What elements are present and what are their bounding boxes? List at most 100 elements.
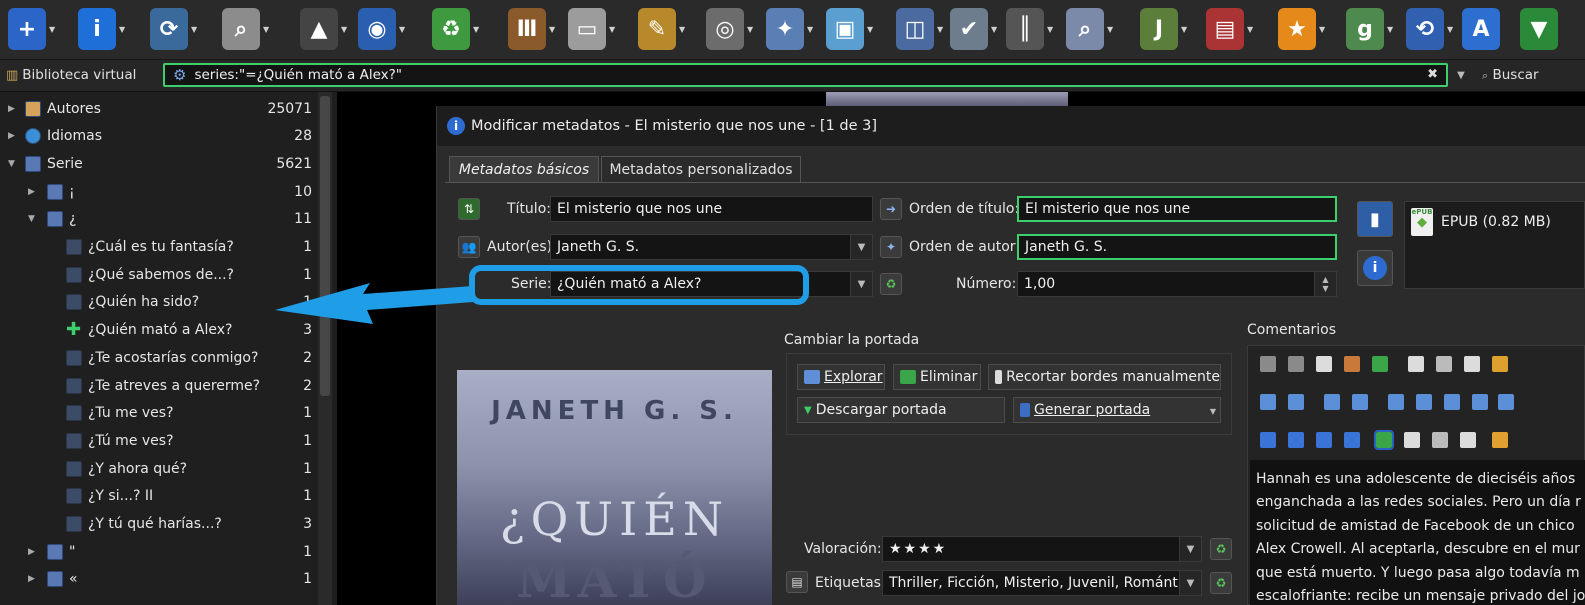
tag-browser-item[interactable]: ▼ Serie 5621 (0, 150, 318, 177)
convert-books-button[interactable]: ⟳ ▼ (150, 4, 202, 54)
expand-arrow-icon[interactable]: ▶ (28, 187, 38, 197)
color-picker-icon[interactable] (1492, 356, 1508, 372)
justify-icon[interactable] (1460, 432, 1476, 448)
quality-check-button[interactable]: ◫ ▼ (896, 4, 948, 54)
sort-az-button[interactable]: A (1462, 4, 1514, 54)
preferences-button[interactable]: ✦ ▼ (766, 4, 818, 54)
search-button[interactable]: ⌕ Buscar (1482, 67, 1539, 83)
collapse-arrow-icon[interactable]: ▼ (8, 159, 18, 169)
goodreads-button[interactable]: g ▼ (1346, 4, 1398, 54)
plugins-button[interactable]: ▣ ▼ (826, 4, 878, 54)
tag-browser-item[interactable]: ¿Te atreves a quererme? 2 (0, 372, 318, 399)
horizontal-rule-icon[interactable] (1498, 394, 1514, 410)
series-dropdown-icon[interactable]: ▼ (850, 272, 872, 296)
tag-browser-item[interactable]: ✚ ¿Quién mató a Alex? 3 (0, 317, 318, 344)
toolbar-dropdown-arrow-icon[interactable]: ▼ (747, 25, 757, 34)
tag-browser-item[interactable]: ▶ « 1 (0, 566, 318, 593)
expand-arrow-icon[interactable]: ▶ (8, 104, 18, 114)
title-field[interactable]: El misterio que nos une (550, 196, 873, 222)
search-query[interactable]: series:"=¿Quién mató a Alex?" (194, 67, 402, 83)
toolbar-dropdown-arrow-icon[interactable]: ▼ (867, 25, 877, 34)
toolbar-dropdown-arrow-icon[interactable]: ▼ (49, 25, 59, 34)
rating-dropdown-icon[interactable]: ▼ (1179, 537, 1201, 561)
toolbar-dropdown-arrow-icon[interactable]: ▼ (807, 25, 817, 34)
text-color-icon[interactable] (1492, 432, 1508, 448)
library-button[interactable]: Ⅲ ▼ (508, 4, 560, 54)
toolbar-dropdown-arrow-icon[interactable]: ▼ (1447, 25, 1457, 34)
unordered-list-icon[interactable] (1288, 394, 1304, 410)
epub-format-item[interactable]: ePUB ◆ EPUB (0.82 MB) (1411, 208, 1551, 236)
title-sort-auto-button[interactable]: ➜ (880, 198, 902, 220)
table-icon[interactable] (1444, 394, 1460, 410)
get-books-button[interactable]: ◉ ▼ (358, 4, 410, 54)
toolbar-dropdown-arrow-icon[interactable]: ▼ (991, 25, 1001, 34)
indent-icon[interactable] (1388, 394, 1404, 410)
trim-cover-button[interactable]: Recortar bordes manualmente (988, 364, 1221, 390)
barcode-add-button[interactable]: ║ ▼ (1006, 4, 1058, 54)
books-stack-button[interactable]: ▤ ▼ (1206, 4, 1258, 54)
generate-cover-button[interactable]: Generar portada ▼ (1013, 397, 1221, 423)
toolbar-dropdown-arrow-icon[interactable]: ▼ (1107, 25, 1117, 34)
generate-cover-dropdown-icon[interactable]: ▼ (1210, 407, 1216, 416)
toolbar-dropdown-arrow-icon[interactable]: ▼ (1047, 25, 1057, 34)
open-book-folder-button[interactable]: ▮ (1357, 201, 1393, 237)
database-check-button[interactable]: ✔ ▼ (950, 4, 1002, 54)
tags-field[interactable]: Thriller, Ficción, Misterio, Juvenil, Ro… (882, 570, 1202, 596)
authors-field[interactable]: Janeth G. S. ▼ (550, 234, 873, 260)
subscript-icon[interactable] (1352, 394, 1368, 410)
tag-browser-item[interactable]: ¿Qué sabemos de...? 1 (0, 261, 318, 288)
tag-browser-item[interactable]: ¿Quién ha sido?1 (0, 289, 318, 316)
superscript-icon[interactable] (1324, 394, 1340, 410)
book-info-button[interactable]: i (1357, 250, 1393, 286)
tags-dropdown-icon[interactable]: ▼ (1179, 571, 1201, 595)
cut-icon[interactable] (1436, 356, 1452, 372)
toolbar-dropdown-arrow-icon[interactable]: ▼ (119, 25, 129, 34)
toolbar-dropdown-arrow-icon[interactable]: ▼ (341, 25, 351, 34)
tag-browser-item[interactable]: ▶ Idiomas 28 (0, 123, 318, 150)
tag-browser-item[interactable]: ¿Tú me ves? 1 (0, 427, 318, 454)
underline-icon[interactable] (1316, 432, 1332, 448)
toolbar-dropdown-arrow-icon[interactable]: ▼ (679, 25, 689, 34)
formats-list[interactable]: ePUB ◆ EPUB (0.82 MB) (1404, 201, 1585, 289)
tag-browser-item[interactable]: ▶ " 1 (0, 538, 318, 565)
align-right-icon[interactable] (1432, 432, 1448, 448)
toolbar-dropdown-arrow-icon[interactable]: ▼ (609, 25, 619, 34)
clear-search-icon[interactable]: ✖ (1427, 67, 1438, 82)
expand-arrow-icon[interactable]: ▶ (8, 131, 18, 141)
book-cover-image[interactable]: JANETH G. S. ¿QUIÉN MATÓ (457, 370, 772, 605)
tag-editor-button[interactable]: ▤ (786, 571, 808, 593)
browse-cover-button[interactable]: Explorar (797, 364, 885, 390)
expand-arrow-icon[interactable]: ▶ (28, 547, 38, 557)
toolbar-dropdown-arrow-icon[interactable]: ▼ (399, 25, 409, 34)
remove-cover-button[interactable]: Eliminar (893, 364, 981, 390)
tag-browser-item[interactable]: ¿Te acostarías conmigo? 2 (0, 344, 318, 371)
tag-browser-item[interactable]: ▼ ¿ 11 (0, 206, 318, 233)
tag-browser-item[interactable]: ¿Y tú qué harías...? 3 (0, 511, 318, 538)
italic-icon[interactable] (1288, 432, 1304, 448)
redo-icon[interactable] (1288, 356, 1304, 372)
tag-browser-item[interactable]: ¿Cuál es tu fantasía? 1 (0, 234, 318, 261)
tag-browser-scrollbar[interactable] (318, 92, 332, 605)
toolbar-dropdown-arrow-icon[interactable]: ▼ (937, 25, 947, 34)
toolbar-dropdown-arrow-icon[interactable]: ▼ (473, 25, 483, 34)
outdent-icon[interactable] (1416, 394, 1432, 410)
tab-basic-metadata[interactable]: Metadatos básicos (449, 156, 599, 183)
bold-icon[interactable] (1260, 432, 1276, 448)
toolbar-dropdown-arrow-icon[interactable]: ▼ (263, 25, 273, 34)
strikethrough-icon[interactable] (1344, 432, 1360, 448)
rating-button[interactable]: ★ ▼ (1278, 4, 1330, 54)
edit-book-button[interactable]: ✎ ▼ (638, 4, 690, 54)
tag-browser-item[interactable]: ▶ ¡ 10 (0, 178, 318, 205)
toolbar-dropdown-arrow-icon[interactable]: ▼ (1181, 25, 1191, 34)
paste-icon[interactable] (1316, 356, 1332, 372)
paste-special-icon[interactable] (1464, 356, 1480, 372)
undo-icon[interactable] (1260, 356, 1276, 372)
ordered-list-icon[interactable] (1260, 394, 1276, 410)
rating-field[interactable]: ★★★★ ▼ (882, 536, 1202, 562)
fetch-news-button[interactable]: ♻ ▼ (432, 4, 484, 54)
toolbar-dropdown-arrow-icon[interactable]: ▼ (1247, 25, 1257, 34)
authors-dropdown-icon[interactable]: ▼ (850, 235, 872, 259)
toolbar-dropdown-arrow-icon[interactable]: ▼ (549, 25, 559, 34)
align-center-icon[interactable] (1404, 432, 1420, 448)
toolbar-dropdown-arrow-icon[interactable]: ▼ (1387, 25, 1397, 34)
